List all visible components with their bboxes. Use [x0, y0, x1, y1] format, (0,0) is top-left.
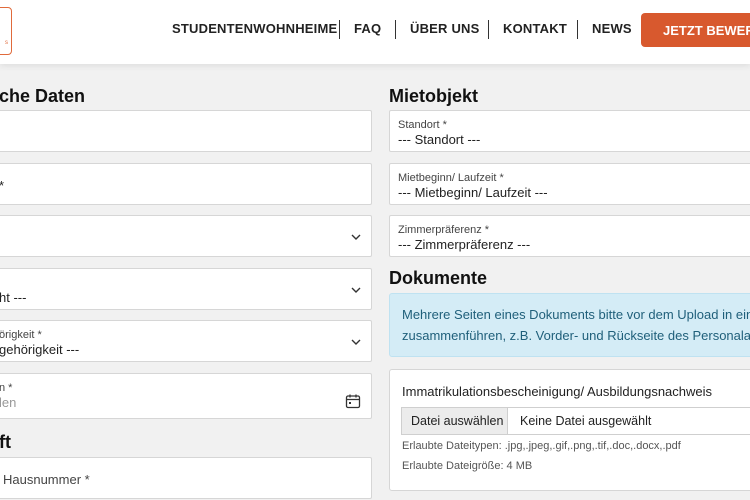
chevron-down-icon — [351, 339, 361, 345]
gender-select[interactable]: ht --- — [0, 268, 372, 310]
choose-file-button[interactable]: Datei auswählen — [402, 408, 508, 434]
upload-title: Immatrikulationsbescheinigung/ Ausbildun… — [402, 384, 713, 399]
calendar-icon[interactable] — [345, 393, 361, 409]
street-field[interactable]: Hausnummer * — [0, 457, 372, 499]
allowed-file-size: Erlaubte Dateigröße: 4 MB — [402, 460, 533, 472]
nav-separator — [488, 20, 489, 39]
location-select[interactable]: Standort * --- Standort --- — [389, 110, 750, 152]
salutation-select[interactable] — [0, 215, 372, 257]
nav-separator — [577, 20, 578, 39]
logo[interactable]: s — [0, 7, 12, 55]
nav-studentenwohnheime[interactable]: STUDENTENWOHNHEIME — [172, 21, 337, 36]
nav-kontakt[interactable]: KONTAKT — [503, 21, 567, 36]
nav-ueber-uns[interactable]: ÜBER UNS — [410, 21, 480, 36]
chevron-down-icon — [351, 234, 361, 240]
allowed-file-types: Erlaubte Dateitypen: .jpg,.jpeg,.gif,.pn… — [402, 440, 681, 452]
first-name-field[interactable] — [0, 110, 372, 152]
file-input[interactable]: Datei auswählen Keine Datei ausgewählt — [401, 407, 750, 435]
personal-data-heading: che Daten — [0, 86, 86, 106]
last-name-field[interactable]: * — [0, 163, 372, 205]
nav-separator — [395, 20, 396, 39]
selected-file-name: Keine Datei ausgewählt — [520, 414, 652, 428]
enrollment-upload: Immatrikulationsbescheinigung/ Ausbildun… — [389, 369, 750, 491]
room-preference-select[interactable]: Zimmerpräferenz * --- Zimmerpräferenz --… — [389, 215, 750, 257]
address-heading: ft — [0, 432, 11, 452]
apply-now-button[interactable]: JETZT BEWERBEN — [641, 13, 750, 47]
nav-faq[interactable]: FAQ — [354, 21, 381, 36]
upload-info-box: Mehrere Seiten eines Dokuments bitte vor… — [389, 293, 750, 357]
lease-start-select[interactable]: Mietbeginn/ Laufzeit * --- Mietbeginn/ L… — [389, 163, 750, 205]
nationality-select[interactable]: örigkeit * gehörigkeit --- — [0, 320, 372, 362]
birthdate-field[interactable]: n * len — [0, 373, 372, 419]
nav-separator — [339, 20, 340, 39]
chevron-down-icon — [351, 287, 361, 293]
site-header: s STUDENTENWOHNHEIME FAQ ÜBER UNS KONTAK… — [0, 0, 750, 64]
nav-news[interactable]: NEWS — [592, 21, 632, 36]
documents-heading: Dokumente — [389, 268, 488, 288]
rental-object-heading: Mietobjekt — [389, 86, 479, 106]
